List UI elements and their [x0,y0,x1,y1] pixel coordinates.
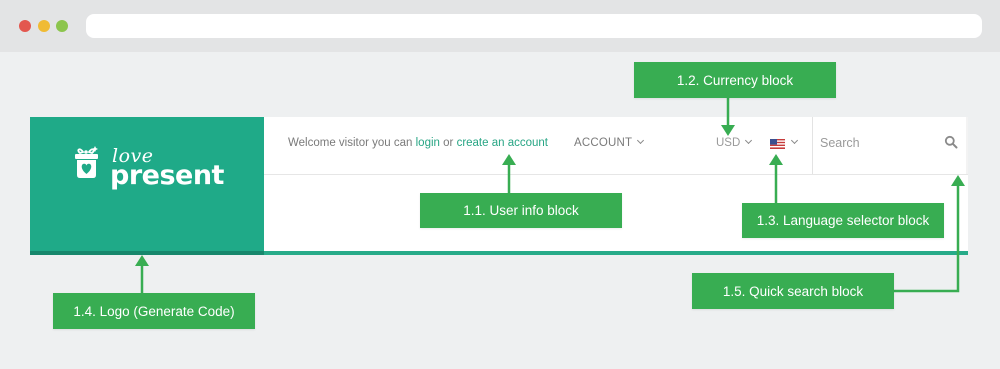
search-icon[interactable] [944,135,958,149]
callout-user-info-block: 1.1. User info block [420,193,622,228]
minimize-window-button[interactable] [38,20,50,32]
chevron-down-icon [637,136,645,145]
callout-currency-block: 1.2. Currency block [634,62,836,98]
header-divider [264,174,968,175]
search-divider [812,117,813,174]
gift-box-heart-icon [75,146,98,178]
login-link[interactable]: login [416,137,440,149]
maximize-window-button[interactable] [56,20,68,32]
us-flag-icon[interactable] [770,139,785,149]
chevron-down-icon [745,136,753,145]
logo-bottom-rule [30,251,264,255]
logo-word-present: present [110,160,224,191]
logo-block[interactable]: love present [30,117,264,255]
search-input[interactable] [820,130,940,156]
user-info-block: Welcome visitor you can login or create … [288,137,548,149]
callout-logo-block: 1.4. Logo (Generate Code) [53,293,255,329]
welcome-or-text: or [439,137,457,149]
callout-language-selector-block: 1.3. Language selector block [742,203,944,238]
account-dropdown-label: ACCOUNT [574,137,633,149]
header-bottom-rule [30,251,968,255]
address-bar[interactable] [86,14,982,38]
currency-label: USD [716,137,741,149]
browser-titlebar [0,0,1000,52]
arrow-head [135,255,149,266]
chevron-down-icon[interactable] [790,136,799,145]
welcome-text: Welcome visitor you can [288,137,416,149]
callout-quick-search-block: 1.5. Quick search block [692,273,894,309]
currency-selector[interactable]: USD [716,136,753,149]
header-right-edge [966,117,968,174]
account-dropdown[interactable]: ACCOUNT [574,136,645,149]
close-window-button[interactable] [19,20,31,32]
create-account-link[interactable]: create an account [457,137,548,149]
